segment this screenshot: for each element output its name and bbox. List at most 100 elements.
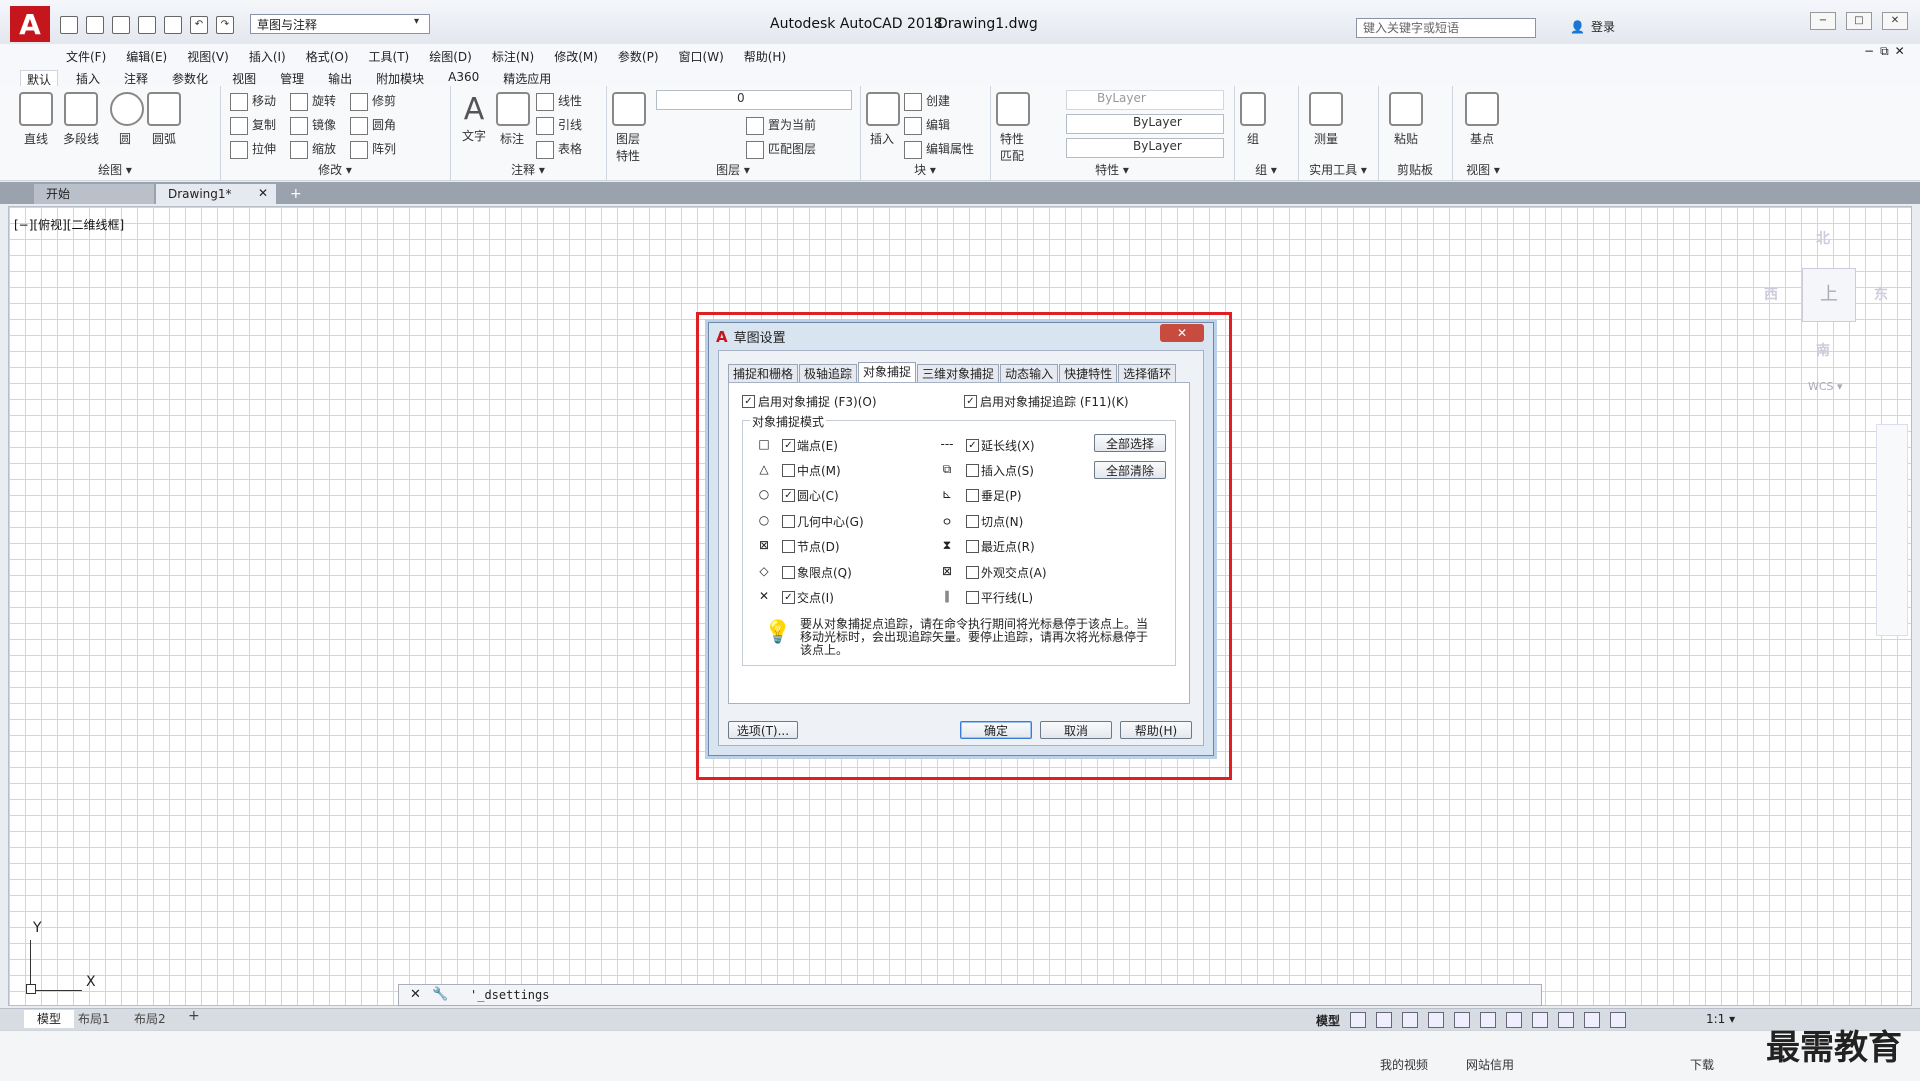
transparency-icon[interactable] xyxy=(1532,1012,1548,1028)
close-window-button[interactable]: ✕ xyxy=(1882,12,1908,30)
table-tool[interactable]: 表格 xyxy=(536,140,582,159)
array-tool[interactable]: 阵列 xyxy=(350,140,396,159)
menu-dimension[interactable]: 标注(N) xyxy=(492,48,534,65)
endpoint-label[interactable]: 端点(E) xyxy=(797,437,838,454)
login-label[interactable]: 登录 xyxy=(1591,18,1615,35)
linear-tool[interactable]: 线性 xyxy=(536,92,582,111)
quadrant-checkbox[interactable] xyxy=(782,566,795,579)
insert-block-tool[interactable]: 插入 xyxy=(866,92,900,147)
set-current-tool[interactable]: 置为当前 xyxy=(746,116,816,135)
geometric-center-label[interactable]: 几何中心(G) xyxy=(797,513,864,530)
doc-close-button[interactable]: ✕ xyxy=(1895,44,1905,59)
snap-icon[interactable] xyxy=(1376,1012,1392,1028)
menu-parametric[interactable]: 参数(P) xyxy=(618,48,659,65)
scale-tool[interactable]: 缩放 xyxy=(290,140,336,159)
wrench-icon[interactable]: 🔧 xyxy=(432,987,448,1002)
viewcube-north[interactable]: 北 xyxy=(1816,228,1830,248)
node-checkbox[interactable] xyxy=(782,540,795,553)
geometric-center-checkbox[interactable] xyxy=(782,515,795,528)
menu-tools[interactable]: 工具(T) xyxy=(369,48,410,65)
close-icon[interactable]: ✕ xyxy=(258,186,268,200)
panel-properties-title[interactable]: 特性 ▾ xyxy=(990,161,1234,178)
copy-tool[interactable]: 复制 xyxy=(230,116,276,135)
polar-icon[interactable] xyxy=(1428,1012,1444,1028)
minimize-button[interactable]: − xyxy=(1810,12,1836,30)
annotation-icon[interactable] xyxy=(1584,1012,1600,1028)
tab-selection-cycling[interactable]: 选择循环 xyxy=(1118,364,1177,383)
nearest-checkbox[interactable] xyxy=(966,540,979,553)
panel-view-title[interactable]: 视图 ▾ xyxy=(1452,161,1514,178)
extension-label[interactable]: 延长线(X) xyxy=(981,437,1035,454)
model-space-toggle[interactable]: 模型 xyxy=(1316,1012,1340,1029)
trim-tool[interactable]: 修剪 xyxy=(350,92,396,111)
parallel-checkbox[interactable] xyxy=(966,591,979,604)
close-icon[interactable]: ✕ xyxy=(410,987,421,1002)
save-icon[interactable] xyxy=(112,16,130,34)
menu-view[interactable]: 视图(V) xyxy=(187,48,229,65)
application-menu-button[interactable]: A xyxy=(10,6,50,42)
edit-attributes-tool[interactable]: 编辑属性 xyxy=(904,140,974,159)
paste-tool[interactable]: 粘贴 xyxy=(1388,92,1424,147)
plot-icon[interactable] xyxy=(164,16,182,34)
viewcube-east[interactable]: 东 xyxy=(1874,284,1888,304)
linetype-dropdown[interactable]: ByLayer xyxy=(1066,114,1224,134)
enable-tracking-checkbox[interactable]: ✓ xyxy=(964,395,977,408)
open-file-icon[interactable] xyxy=(86,16,104,34)
download-link[interactable]: 下载 xyxy=(1690,1056,1714,1073)
tab-3d-object-snap[interactable]: 三维对象捕捉 xyxy=(917,364,1000,383)
selection-cycling-icon[interactable] xyxy=(1558,1012,1574,1028)
lineweight-icon[interactable] xyxy=(1506,1012,1522,1028)
line-tool[interactable]: 直线 xyxy=(18,92,54,147)
tab-snap-grid[interactable]: 捕捉和栅格 xyxy=(728,364,799,383)
chevron-down-icon[interactable]: ▾ xyxy=(414,16,419,27)
tab-layout1[interactable]: 布局1 xyxy=(78,1010,110,1028)
panel-modify-title[interactable]: 修改 ▾ xyxy=(220,161,450,178)
center-checkbox[interactable]: ✓ xyxy=(782,489,795,502)
grid-icon[interactable] xyxy=(1350,1012,1366,1028)
parallel-label[interactable]: 平行线(L) xyxy=(981,589,1033,606)
perpendicular-label[interactable]: 垂足(P) xyxy=(981,487,1022,504)
enable-osnap-checkbox[interactable]: ✓ xyxy=(742,395,755,408)
apparent-intersection-label[interactable]: 外观交点(A) xyxy=(981,564,1047,581)
menu-draw[interactable]: 绘图(D) xyxy=(429,48,472,65)
mirror-tool[interactable]: 镜像 xyxy=(290,116,336,135)
panel-clipboard-title[interactable]: 剪贴板 xyxy=(1378,161,1452,178)
tab-quick-properties[interactable]: 快捷特性 xyxy=(1059,364,1118,383)
ok-button[interactable]: 确定 xyxy=(960,721,1032,739)
my-videos-link[interactable]: 我的视频 xyxy=(1380,1056,1428,1073)
menu-edit[interactable]: 编辑(E) xyxy=(126,48,167,65)
dimension-tool[interactable]: 标注 xyxy=(496,92,530,147)
center-label[interactable]: 圆心(C) xyxy=(797,487,839,504)
command-input[interactable]: '_dsettings xyxy=(470,988,549,1002)
tab-layout2[interactable]: 布局2 xyxy=(134,1010,166,1028)
add-tab-icon[interactable]: + xyxy=(290,186,302,202)
enable-tracking-label[interactable]: 启用对象捕捉追踪 (F11)(K) xyxy=(980,393,1129,410)
group-tool[interactable]: 组 xyxy=(1240,92,1266,147)
stretch-tool[interactable]: 拉伸 xyxy=(230,140,276,159)
menu-help[interactable]: 帮助(H) xyxy=(744,48,786,65)
quadrant-label[interactable]: 象限点(Q) xyxy=(797,564,852,581)
polyline-tool[interactable]: 多段线 xyxy=(58,92,104,147)
insertion-label[interactable]: 插入点(S) xyxy=(981,462,1034,479)
tab-polar-tracking[interactable]: 极轴追踪 xyxy=(799,364,858,383)
leader-tool[interactable]: 引线 xyxy=(536,116,582,135)
workspace-dropdown[interactable]: 草图与注释 xyxy=(250,14,430,34)
menu-insert[interactable]: 插入(I) xyxy=(249,48,286,65)
save-as-icon[interactable] xyxy=(138,16,156,34)
add-layout-icon[interactable]: + xyxy=(188,1008,200,1024)
tangent-checkbox[interactable] xyxy=(966,515,979,528)
clear-all-button[interactable]: 全部清除 xyxy=(1094,461,1166,479)
wcs-menu[interactable]: WCS ▾ xyxy=(1808,380,1843,393)
otrack-icon[interactable] xyxy=(1480,1012,1496,1028)
midpoint-checkbox[interactable] xyxy=(782,464,795,477)
ortho-icon[interactable] xyxy=(1402,1012,1418,1028)
measure-tool[interactable]: 测量 xyxy=(1308,92,1344,147)
tab-dynamic-input[interactable]: 动态输入 xyxy=(1000,364,1059,383)
color-dropdown[interactable]: ByLayer xyxy=(1066,90,1224,110)
options-button[interactable]: 选项(T)... xyxy=(728,721,798,739)
fillet-tool[interactable]: 圆角 xyxy=(350,116,396,135)
intersection-label[interactable]: 交点(I) xyxy=(797,589,834,606)
layer-dropdown[interactable]: 0 xyxy=(656,90,852,110)
extension-checkbox[interactable]: ✓ xyxy=(966,439,979,452)
layer-properties-tool[interactable]: 图层特性 xyxy=(612,92,646,164)
